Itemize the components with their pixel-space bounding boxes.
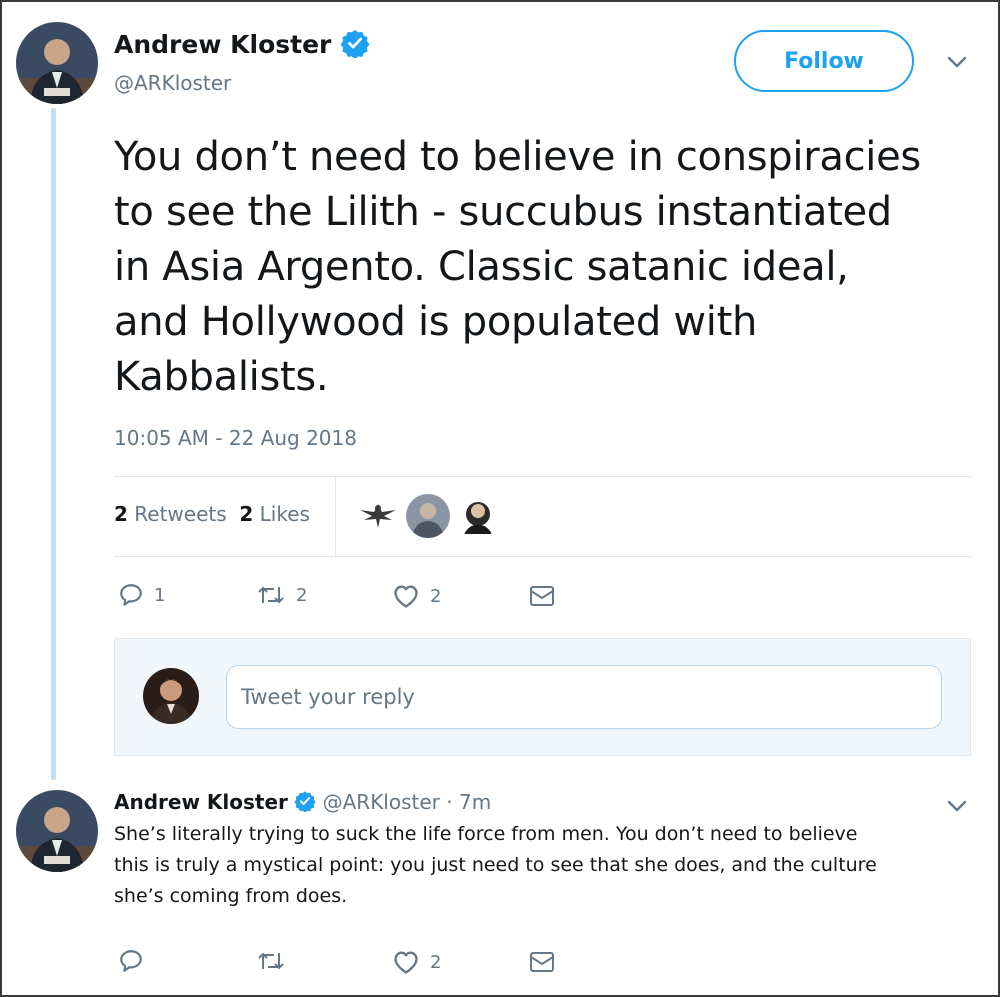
tweet-text-line: and Hollywood is populated with xyxy=(114,299,758,345)
retweet-action[interactable] xyxy=(256,949,286,973)
retweets-label: Retweets xyxy=(134,502,227,526)
reply-text-line: this is truly a mystical point: you just… xyxy=(114,854,877,876)
likes-count: 2 xyxy=(239,502,254,526)
author-avatar[interactable] xyxy=(16,22,98,104)
chevron-down-icon[interactable] xyxy=(944,52,970,76)
thread-line xyxy=(51,108,56,780)
reply-like-count: 2 xyxy=(430,951,442,973)
liker-avatar[interactable] xyxy=(456,494,500,538)
message-action[interactable] xyxy=(528,584,556,608)
message-icon xyxy=(530,952,554,972)
retweets-stat[interactable]: 2 Retweets xyxy=(114,502,227,526)
reply-author-handle[interactable]: @ARKloster xyxy=(323,790,440,814)
message-action[interactable] xyxy=(528,950,556,974)
reply-text-line: she’s coming from does. xyxy=(114,885,348,907)
heart-icon xyxy=(394,951,418,974)
reply-author-avatar[interactable] xyxy=(16,790,98,872)
tweet-text-line: in Asia Argento. Classic satanic ideal, xyxy=(114,244,849,290)
reply-input[interactable] xyxy=(226,665,942,729)
retweet-count: 2 xyxy=(296,584,308,606)
author-name-text[interactable]: Andrew Kloster xyxy=(114,30,331,59)
liker-avatar[interactable] xyxy=(406,494,450,538)
retweet-icon xyxy=(258,952,284,970)
like-action[interactable]: 2 xyxy=(392,949,441,975)
liker-avatar[interactable] xyxy=(356,494,400,538)
author-name[interactable]: Andrew Kloster xyxy=(114,28,370,64)
reply-text-line: She’s literally trying to suck the life … xyxy=(114,823,858,845)
like-count: 2 xyxy=(430,585,442,607)
reply-action[interactable] xyxy=(118,948,144,974)
message-icon xyxy=(530,586,554,606)
verified-badge-icon xyxy=(294,790,316,817)
chevron-down-icon[interactable] xyxy=(944,796,970,820)
retweet-icon xyxy=(258,586,284,604)
like-action[interactable]: 2 xyxy=(392,583,441,609)
tweet-text-line: to see the Lilith - succubus instantiate… xyxy=(114,189,892,235)
likes-stat[interactable]: 2 Likes xyxy=(239,502,310,526)
heart-icon xyxy=(394,585,418,608)
divider xyxy=(114,556,971,557)
reply-icon xyxy=(120,584,142,606)
reply-time[interactable]: · 7m xyxy=(446,790,491,814)
tweet-text-line: Kabbalists. xyxy=(114,354,329,400)
tweet-timestamp[interactable]: 10:05 AM - 22 Aug 2018 xyxy=(114,426,357,450)
author-handle[interactable]: @ARKloster xyxy=(114,71,231,95)
tweet-stats: 2 Retweets 2 Likes xyxy=(114,502,310,526)
retweet-action[interactable]: 2 xyxy=(256,583,307,607)
tweet-text-line: You don’t need to believe in conspiracie… xyxy=(114,134,921,180)
viewer-avatar xyxy=(143,668,199,724)
retweets-count: 2 xyxy=(114,502,128,526)
reply-count: 1 xyxy=(154,584,166,606)
likes-label: Likes xyxy=(259,502,310,526)
tweet-text: You don’t need to believe in conspiracie… xyxy=(114,130,984,405)
reply-author-name[interactable]: Andrew Kloster xyxy=(114,790,288,814)
stats-divider xyxy=(335,476,336,556)
follow-button[interactable]: Follow xyxy=(734,30,914,92)
reply-text: She’s literally trying to suck the life … xyxy=(114,819,974,912)
divider xyxy=(114,476,971,477)
verified-badge-icon xyxy=(340,28,370,64)
reply-icon xyxy=(120,950,142,972)
reply-action[interactable]: 1 xyxy=(118,582,165,608)
reply-header: Andrew Kloster @ARKloster · 7m xyxy=(114,790,491,817)
